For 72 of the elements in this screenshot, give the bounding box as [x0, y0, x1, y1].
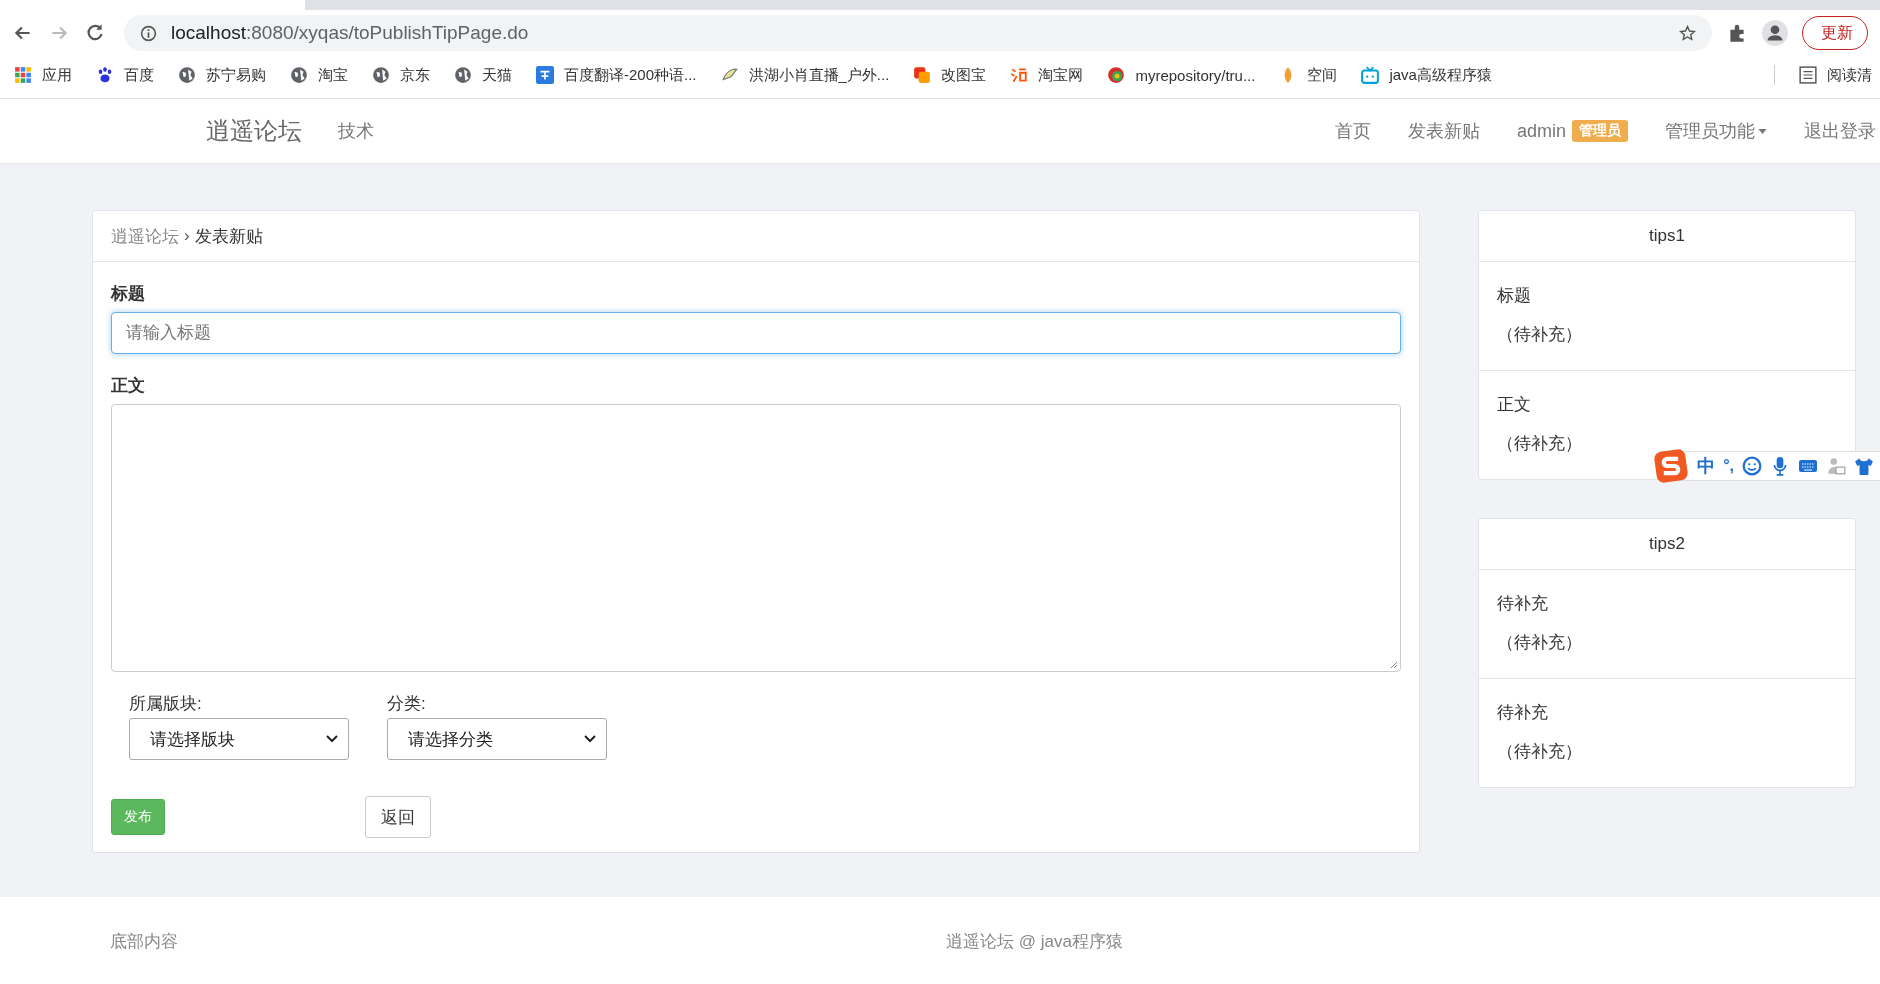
bookmark-item[interactable]: 改图宝: [913, 65, 987, 85]
select-label: 分类:: [387, 693, 427, 715]
back-button[interactable]: 返回: [365, 796, 431, 838]
nav-link[interactable]: 首页: [1334, 119, 1371, 143]
input-mode-toggle[interactable]: 中: [1697, 454, 1716, 478]
bookmark-item[interactable]: java高级程序猿: [1361, 65, 1492, 85]
username[interactable]: admin: [1516, 120, 1566, 142]
nav-link[interactable]: 技术: [338, 119, 374, 143]
bookmark-item[interactable]: 淘宝: [290, 65, 348, 85]
tip-text: （待补充）: [1497, 324, 1583, 346]
squares-icon: [913, 66, 932, 84]
breadcrumb-separator: ›: [184, 226, 190, 246]
panel-title: tips2: [1479, 519, 1855, 570]
select-label: 所属版块:: [129, 693, 203, 715]
info-icon: [140, 24, 157, 42]
breadcrumb-item: 发表新贴: [194, 225, 263, 248]
shirt-icon[interactable]: [1854, 456, 1874, 476]
star-icon[interactable]: [1679, 24, 1696, 42]
bookmark-item[interactable]: 天猫: [454, 65, 512, 85]
ring-icon: [1107, 66, 1126, 84]
bookmark-item[interactable]: 百度: [96, 65, 154, 85]
globe-icon: [372, 66, 390, 84]
chevron-down-icon: [326, 735, 338, 743]
tip-text: （待补充）: [1497, 741, 1583, 763]
bookmark-item[interactable]: 洪湖小肖直播_户外...: [720, 65, 890, 85]
smiley-icon[interactable]: [1742, 456, 1762, 476]
bookmark-item[interactable]: 京东: [372, 65, 430, 85]
paw-icon: [96, 66, 114, 84]
bookmark-item[interactable]: 应用: [14, 65, 72, 85]
punctuation-toggle[interactable]: °,: [1723, 457, 1734, 475]
bookmark-item[interactable]: 百度翻译-200种语...: [536, 65, 697, 85]
caret-icon: [1758, 128, 1767, 134]
title-input[interactable]: 请输入标题: [111, 312, 1401, 354]
field-label: 标题: [111, 283, 146, 305]
field-label: 正文: [111, 375, 146, 397]
nav-link[interactable]: 退出登录: [1804, 119, 1876, 143]
tip-heading: 待补充: [1497, 702, 1549, 724]
list-icon: [1799, 66, 1817, 84]
tip-heading: 待补充: [1497, 593, 1549, 615]
translate-icon: [536, 66, 554, 84]
tip-heading: 正文: [1497, 394, 1532, 416]
breadcrumb-item[interactable]: 逍遥论坛: [111, 224, 179, 248]
bookmark-item[interactable]: 空间: [1279, 65, 1338, 85]
chevron-down-icon: [584, 735, 596, 743]
address-bar[interactable]: localhost:8080/xyqas/toPublishTipPage.do: [124, 15, 1712, 51]
select-dropdown[interactable]: 请选择分类: [387, 718, 607, 760]
apps-grid-icon: [14, 66, 32, 84]
panel-title: tips1: [1479, 211, 1855, 262]
profile-icon[interactable]: [1762, 20, 1788, 46]
s-logo-icon[interactable]: [1653, 448, 1690, 484]
taobao-icon: [1010, 66, 1029, 84]
tip-text: （待补充）: [1497, 433, 1583, 455]
tv-icon: [1361, 66, 1380, 84]
footer-text: 底部内容: [110, 930, 178, 953]
bookmark-item[interactable]: 苏宁易购: [178, 65, 266, 85]
select-dropdown[interactable]: 请选择版块: [129, 718, 349, 760]
update-button[interactable]: 更新: [1802, 16, 1868, 50]
globe-icon: [290, 66, 308, 84]
role-badge: 管理员: [1572, 120, 1628, 142]
resize-handle-icon[interactable]: [1388, 659, 1398, 669]
footer-copyright: 逍遥论坛 @ java程序猿: [946, 930, 1123, 953]
site-brand[interactable]: 逍遥论坛: [206, 115, 302, 147]
nav-link[interactable]: 发表新贴: [1407, 119, 1480, 143]
tip-text: （待补充）: [1497, 632, 1583, 654]
globe-icon: [454, 66, 472, 84]
reading-list-button[interactable]: 阅读清: [1799, 65, 1872, 85]
url-text: localhost:8080/xyqas/toPublishTipPage.do: [171, 22, 529, 44]
bookmark-item[interactable]: myrepository/tru...: [1107, 66, 1256, 84]
admin-menu[interactable]: 管理员功能: [1665, 119, 1767, 143]
globe-icon: [178, 66, 196, 84]
bookmark-item[interactable]: 淘宝网: [1010, 65, 1084, 85]
tip-heading: 标题: [1497, 285, 1532, 307]
